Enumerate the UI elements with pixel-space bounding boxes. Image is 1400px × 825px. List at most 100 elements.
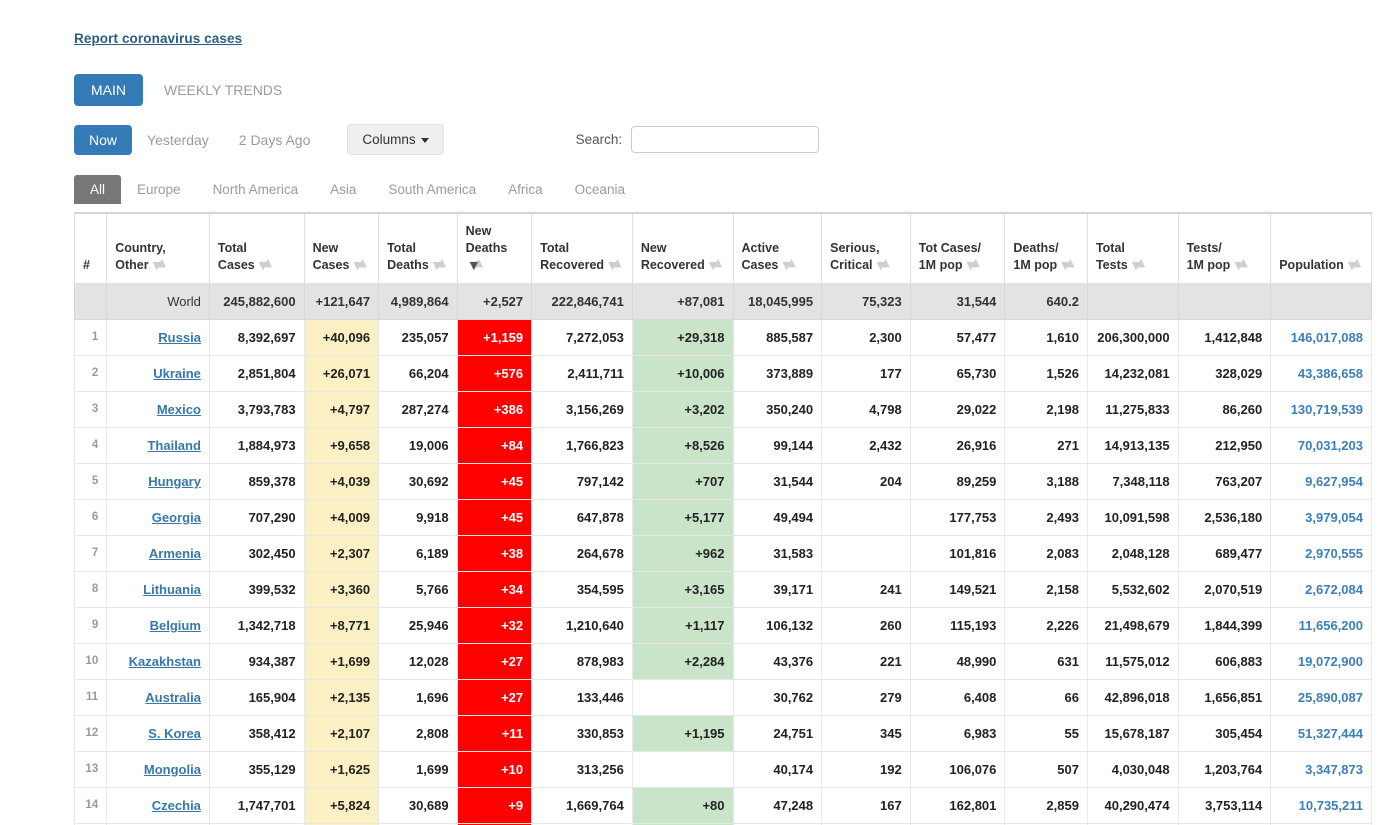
sort-icon[interactable]: ▲ ▼	[353, 257, 366, 271]
region-tab-oceania[interactable]: Oceania	[559, 175, 641, 204]
column-header-new-cases[interactable]: New Cases ▲ ▼	[303, 211, 380, 284]
country-link[interactable]: Ukraine	[153, 366, 201, 381]
sort-icon[interactable]: ▲ ▼	[433, 257, 446, 271]
country-link[interactable]: Mongolia	[144, 762, 201, 777]
cell-active-cases: 99,144	[732, 426, 823, 464]
cell-deaths-1m: 640.2	[1004, 282, 1088, 320]
table-row: 6 Georgia 707,290 +4,009 9,918 +45 647,878 +5,1…	[73, 498, 1372, 536]
header-line-2: Deaths	[387, 257, 429, 272]
sort-icon[interactable]: ▲ ▼	[153, 257, 166, 271]
country-link[interactable]: Belgium	[150, 618, 201, 633]
cell-new-deaths: +1,159	[456, 318, 533, 356]
cell-active-cases: 885,587	[732, 318, 823, 356]
sort-icon[interactable]: ▲ ▼	[1132, 257, 1145, 271]
region-tab-north-america[interactable]: North America	[197, 175, 315, 204]
cell-population: 11,656,200	[1270, 606, 1372, 644]
cell-total-recovered: 133,446	[531, 678, 633, 716]
column-header-total-tests[interactable]: Total Tests ▲ ▼	[1086, 211, 1179, 284]
cell-new-deaths: +11	[456, 714, 533, 752]
cell-active-cases: 18,045,995	[732, 282, 823, 320]
search-input[interactable]	[631, 126, 820, 153]
sort-icon[interactable]: ▲ ▼	[1061, 257, 1074, 271]
column-header-total-cases[interactable]: Total Cases ▲ ▼	[208, 211, 305, 284]
sort-icon[interactable]: ▲ ▼	[259, 257, 272, 271]
cell-tot-cases-1m: 6,408	[909, 678, 1006, 716]
cell-idx: 5	[73, 462, 108, 500]
country-link[interactable]: Hungary	[148, 474, 201, 489]
country-link[interactable]: Lithuania	[143, 582, 201, 597]
sort-icon[interactable]: ▲ ▼	[608, 257, 621, 271]
cell-country: Hungary	[106, 462, 210, 500]
region-tab-south-america[interactable]: South America	[372, 175, 492, 204]
table-row: 10 Kazakhstan 934,387 +1,699 12,028 +27 878,98…	[73, 642, 1372, 680]
cell-population: 25,890,087	[1270, 678, 1372, 716]
columns-button[interactable]: Columns	[347, 124, 444, 155]
date-tab-now[interactable]: Now	[74, 124, 133, 155]
cell-new-cases: +9,658	[303, 426, 380, 464]
tab-weekly-trends[interactable]: WEEKLY TRENDS	[147, 74, 299, 106]
country-link[interactable]: Mexico	[157, 402, 201, 417]
cell-country: Kazakhstan	[106, 642, 210, 680]
column-header-serious-critical[interactable]: Serious, Critical ▲ ▼	[821, 211, 911, 284]
column-header-index[interactable]: #	[73, 211, 108, 284]
cell-new-recovered: +10,006	[631, 354, 734, 392]
column-header-country-other[interactable]: Country, Other ▲ ▼	[106, 211, 210, 284]
cell-deaths-1m: 1,610	[1004, 318, 1088, 356]
date-tab-2-days-ago[interactable]: 2 Days Ago	[224, 125, 326, 155]
table-row: 5 Hungary 859,378 +4,039 30,692 +45 797,142 +70…	[73, 462, 1372, 500]
date-tab-yesterday[interactable]: Yesterday	[132, 125, 224, 155]
cell-tot-cases-1m: 106,076	[909, 750, 1006, 788]
column-header-population[interactable]: Population ▲ ▼	[1270, 211, 1372, 284]
column-header-tests-1m-pop[interactable]: Tests/1M pop ▲ ▼	[1177, 211, 1272, 284]
header-line-2: Cases	[312, 257, 350, 272]
column-header-total-deaths[interactable]: Total Deaths ▲ ▼	[378, 211, 458, 284]
cell-population: 130,719,539	[1270, 390, 1372, 428]
column-header-active-cases[interactable]: Active Cases ▲ ▼	[732, 211, 823, 284]
cell-total-deaths: 5,766	[378, 570, 458, 608]
cell-deaths-1m: 2,158	[1004, 570, 1088, 608]
country-link[interactable]: Armenia	[149, 546, 201, 561]
column-header-tot-cases-1m-pop[interactable]: Tot Cases/1M pop ▲ ▼	[909, 211, 1006, 284]
sort-icon[interactable]: ▲ ▼	[877, 257, 890, 271]
report-coronavirus-cases-link[interactable]: Report coronavirus cases	[74, 31, 242, 46]
sort-icon[interactable]: ▲ ▼	[966, 257, 979, 271]
sort-icon[interactable]: ▲ ▼	[782, 257, 795, 271]
cell-active-cases: 40,174	[732, 750, 823, 788]
country-link[interactable]: Australia	[145, 690, 201, 705]
region-tab-asia[interactable]: Asia	[314, 175, 372, 204]
cell-total-cases: 165,904	[208, 678, 305, 716]
column-header-total-recovered[interactable]: Total Recovered ▲ ▼	[531, 211, 633, 284]
sort-icon[interactable]: ▲ ▼	[709, 257, 722, 271]
header-line-1: Country,	[115, 240, 166, 255]
sort-icon[interactable]: ▲ ▼	[470, 257, 483, 271]
country-link[interactable]: Russia	[158, 330, 201, 345]
cell-active-cases: 31,544	[732, 462, 823, 500]
sort-icon[interactable]: ▲ ▼	[1234, 257, 1247, 271]
column-header-new-recovered[interactable]: New Recovered ▲ ▼	[631, 211, 734, 284]
cell-population: 3,347,873	[1270, 750, 1372, 788]
cell-tests-1m: 606,883	[1177, 642, 1272, 680]
country-link[interactable]: Kazakhstan	[129, 654, 201, 669]
cell-total-deaths: 25,946	[378, 606, 458, 644]
region-tab-europe[interactable]: Europe	[121, 175, 197, 204]
cell-population: 51,327,444	[1270, 714, 1372, 752]
region-tab-africa[interactable]: Africa	[492, 175, 559, 204]
country-link[interactable]: Georgia	[152, 510, 201, 525]
sort-icon[interactable]: ▲ ▼	[1348, 257, 1361, 271]
header-line-1: #	[83, 257, 90, 272]
cell-new-cases: +2,307	[303, 534, 380, 572]
cell-deaths-1m: 2,493	[1004, 498, 1088, 536]
tab-main[interactable]: MAIN	[74, 74, 143, 106]
cell-new-cases: +2,135	[303, 678, 380, 716]
column-header-new-deaths[interactable]: New Deaths ▲ ▼	[456, 211, 533, 284]
region-tab-all[interactable]: All	[74, 175, 122, 204]
cell-country: Mongolia	[106, 750, 210, 788]
column-header-deaths-1m-pop[interactable]: Deaths/1M pop ▲ ▼	[1004, 211, 1088, 284]
cell-new-cases: +26,071	[303, 354, 380, 392]
country-link[interactable]: Czechia	[152, 798, 201, 813]
country-link[interactable]: S. Korea	[148, 726, 201, 741]
cell-total-deaths: 9,918	[378, 498, 458, 536]
cell-tests-1m: 1,844,399	[1177, 606, 1272, 644]
cell-new-cases: +4,797	[303, 390, 380, 428]
country-link[interactable]: Thailand	[147, 438, 200, 453]
